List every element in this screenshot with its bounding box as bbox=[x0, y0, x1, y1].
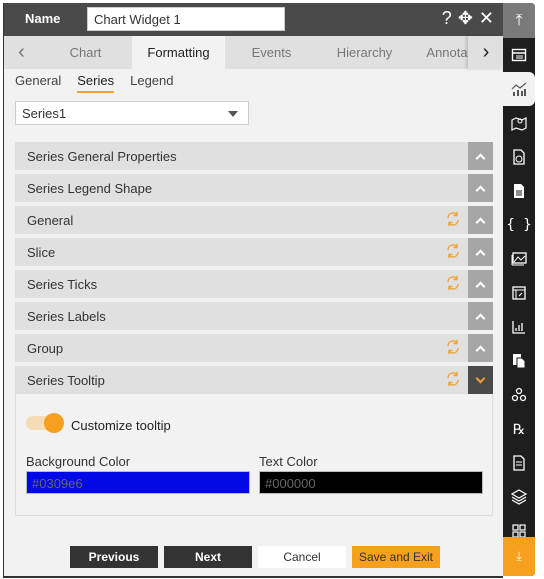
section-general[interactable]: General bbox=[15, 206, 493, 234]
reset-icon[interactable] bbox=[445, 243, 461, 259]
background-color-input[interactable]: #0309e6 bbox=[26, 471, 250, 494]
close-icon[interactable]: ✕ bbox=[479, 8, 494, 28]
chevron-up-icon bbox=[475, 345, 486, 355]
rx-icon[interactable]: ℞ bbox=[503, 412, 535, 446]
background-color-label: Background Color bbox=[26, 454, 131, 469]
name-label: Name bbox=[25, 11, 61, 26]
collapse-button[interactable] bbox=[468, 302, 493, 330]
table-icon[interactable] bbox=[503, 276, 535, 310]
collapse-button[interactable] bbox=[468, 238, 493, 266]
chart-widget-panel: Name ? ✥ ✕ ‹ Chart Formatting Events Hie… bbox=[3, 3, 504, 578]
section-label: Slice bbox=[27, 245, 56, 260]
widget-type-rail: ⤒ { } ℞ ⤓ bbox=[503, 3, 535, 576]
save-and-exit-button[interactable]: Save and Exit bbox=[352, 546, 440, 568]
text-color-input[interactable]: #000000 bbox=[259, 471, 483, 494]
chevron-up-icon bbox=[475, 185, 486, 195]
section-label: Series General Properties bbox=[27, 149, 177, 164]
widget-icon[interactable] bbox=[503, 38, 535, 72]
tab-formatting[interactable]: Formatting bbox=[132, 36, 225, 69]
expand-button[interactable] bbox=[468, 366, 493, 394]
help-icon[interactable]: ? bbox=[442, 8, 452, 28]
subtab-legend[interactable]: Legend bbox=[130, 73, 173, 93]
map-icon[interactable] bbox=[503, 106, 535, 140]
series-select[interactable]: Series1 bbox=[15, 101, 249, 125]
text-color-value: #000000 bbox=[265, 476, 316, 491]
section-slice[interactable]: Slice bbox=[15, 238, 493, 266]
subtab-bar: General Series Legend bbox=[15, 73, 174, 93]
document-icon[interactable] bbox=[503, 174, 535, 208]
text-color-label: Text Color bbox=[259, 454, 318, 469]
chevron-up-icon bbox=[475, 249, 486, 259]
subtab-general[interactable]: General bbox=[15, 73, 61, 93]
next-button[interactable]: Next bbox=[164, 546, 252, 568]
tab-scroll-left-icon[interactable]: ‹ bbox=[4, 36, 39, 69]
reset-icon[interactable] bbox=[445, 339, 461, 355]
collapse-button[interactable] bbox=[468, 334, 493, 362]
customize-tooltip-toggle[interactable] bbox=[26, 413, 64, 433]
chevron-up-icon bbox=[475, 217, 486, 227]
tab-hierarchy[interactable]: Hierarchy bbox=[318, 36, 411, 69]
section-series-legend-shape[interactable]: Series Legend Shape bbox=[15, 174, 493, 202]
footer-buttons: Previous Next Cancel Save and Exit bbox=[70, 546, 440, 568]
collapse-top-icon[interactable]: ⤒ bbox=[503, 3, 535, 38]
chart-icon[interactable] bbox=[503, 72, 535, 106]
tab-scroll-right-icon[interactable]: › bbox=[468, 36, 504, 69]
series-tooltip-panel: Customize tooltip Background Color #0309… bbox=[15, 394, 493, 516]
collapse-button[interactable] bbox=[468, 174, 493, 202]
hierarchy-icon[interactable] bbox=[503, 378, 535, 412]
chevron-up-icon bbox=[475, 153, 486, 163]
tab-events[interactable]: Events bbox=[225, 36, 318, 69]
pages-icon[interactable] bbox=[503, 344, 535, 378]
series-select-value: Series1 bbox=[22, 106, 67, 121]
section-series-labels[interactable]: Series Labels bbox=[15, 302, 493, 330]
section-label: Series Legend Shape bbox=[27, 181, 153, 196]
reset-icon[interactable] bbox=[445, 275, 461, 291]
section-label: Series Ticks bbox=[27, 277, 98, 292]
collapse-button[interactable] bbox=[468, 142, 493, 170]
collapse-button[interactable] bbox=[468, 270, 493, 298]
tab-chart[interactable]: Chart bbox=[39, 36, 132, 69]
name-input[interactable] bbox=[87, 7, 285, 31]
chevron-up-icon bbox=[475, 281, 486, 291]
code-icon[interactable]: { } bbox=[503, 208, 535, 242]
layers-icon[interactable] bbox=[503, 480, 535, 514]
section-series-general-properties[interactable]: Series General Properties bbox=[15, 142, 493, 170]
image-icon[interactable] bbox=[503, 242, 535, 276]
section-label: General bbox=[27, 213, 74, 228]
analytics-icon[interactable] bbox=[503, 310, 535, 344]
background-color-value: #0309e6 bbox=[32, 476, 83, 491]
cancel-button[interactable]: Cancel bbox=[258, 546, 346, 568]
chevron-down-icon bbox=[228, 111, 238, 117]
tab-bar: ‹ Chart Formatting Events Hierarchy Anno… bbox=[4, 36, 504, 69]
section-label: Group bbox=[27, 341, 64, 356]
chevron-down-icon bbox=[475, 373, 486, 383]
move-icon[interactable]: ✥ bbox=[458, 8, 473, 28]
report-icon[interactable] bbox=[503, 140, 535, 174]
chevron-up-icon bbox=[475, 313, 486, 323]
form-icon[interactable] bbox=[503, 446, 535, 480]
customize-tooltip-label: Customize tooltip bbox=[71, 418, 171, 433]
panel-header: Name ? ✥ ✕ bbox=[4, 3, 504, 36]
section-series-ticks[interactable]: Series Ticks bbox=[15, 270, 493, 298]
section-label: Series Tooltip bbox=[27, 373, 105, 388]
section-series-tooltip[interactable]: Series Tooltip bbox=[15, 366, 493, 394]
reset-icon[interactable] bbox=[445, 211, 461, 227]
subtab-series[interactable]: Series bbox=[77, 73, 115, 93]
toggle-knob bbox=[44, 413, 64, 433]
reset-icon[interactable] bbox=[445, 371, 461, 387]
series-accordion: Series General Properties Series Legend … bbox=[15, 142, 493, 516]
section-label: Series Labels bbox=[27, 309, 106, 324]
previous-button[interactable]: Previous bbox=[70, 546, 158, 568]
collapse-button[interactable] bbox=[468, 206, 493, 234]
download-icon[interactable]: ⤓ bbox=[503, 537, 535, 576]
section-group[interactable]: Group bbox=[15, 334, 493, 362]
